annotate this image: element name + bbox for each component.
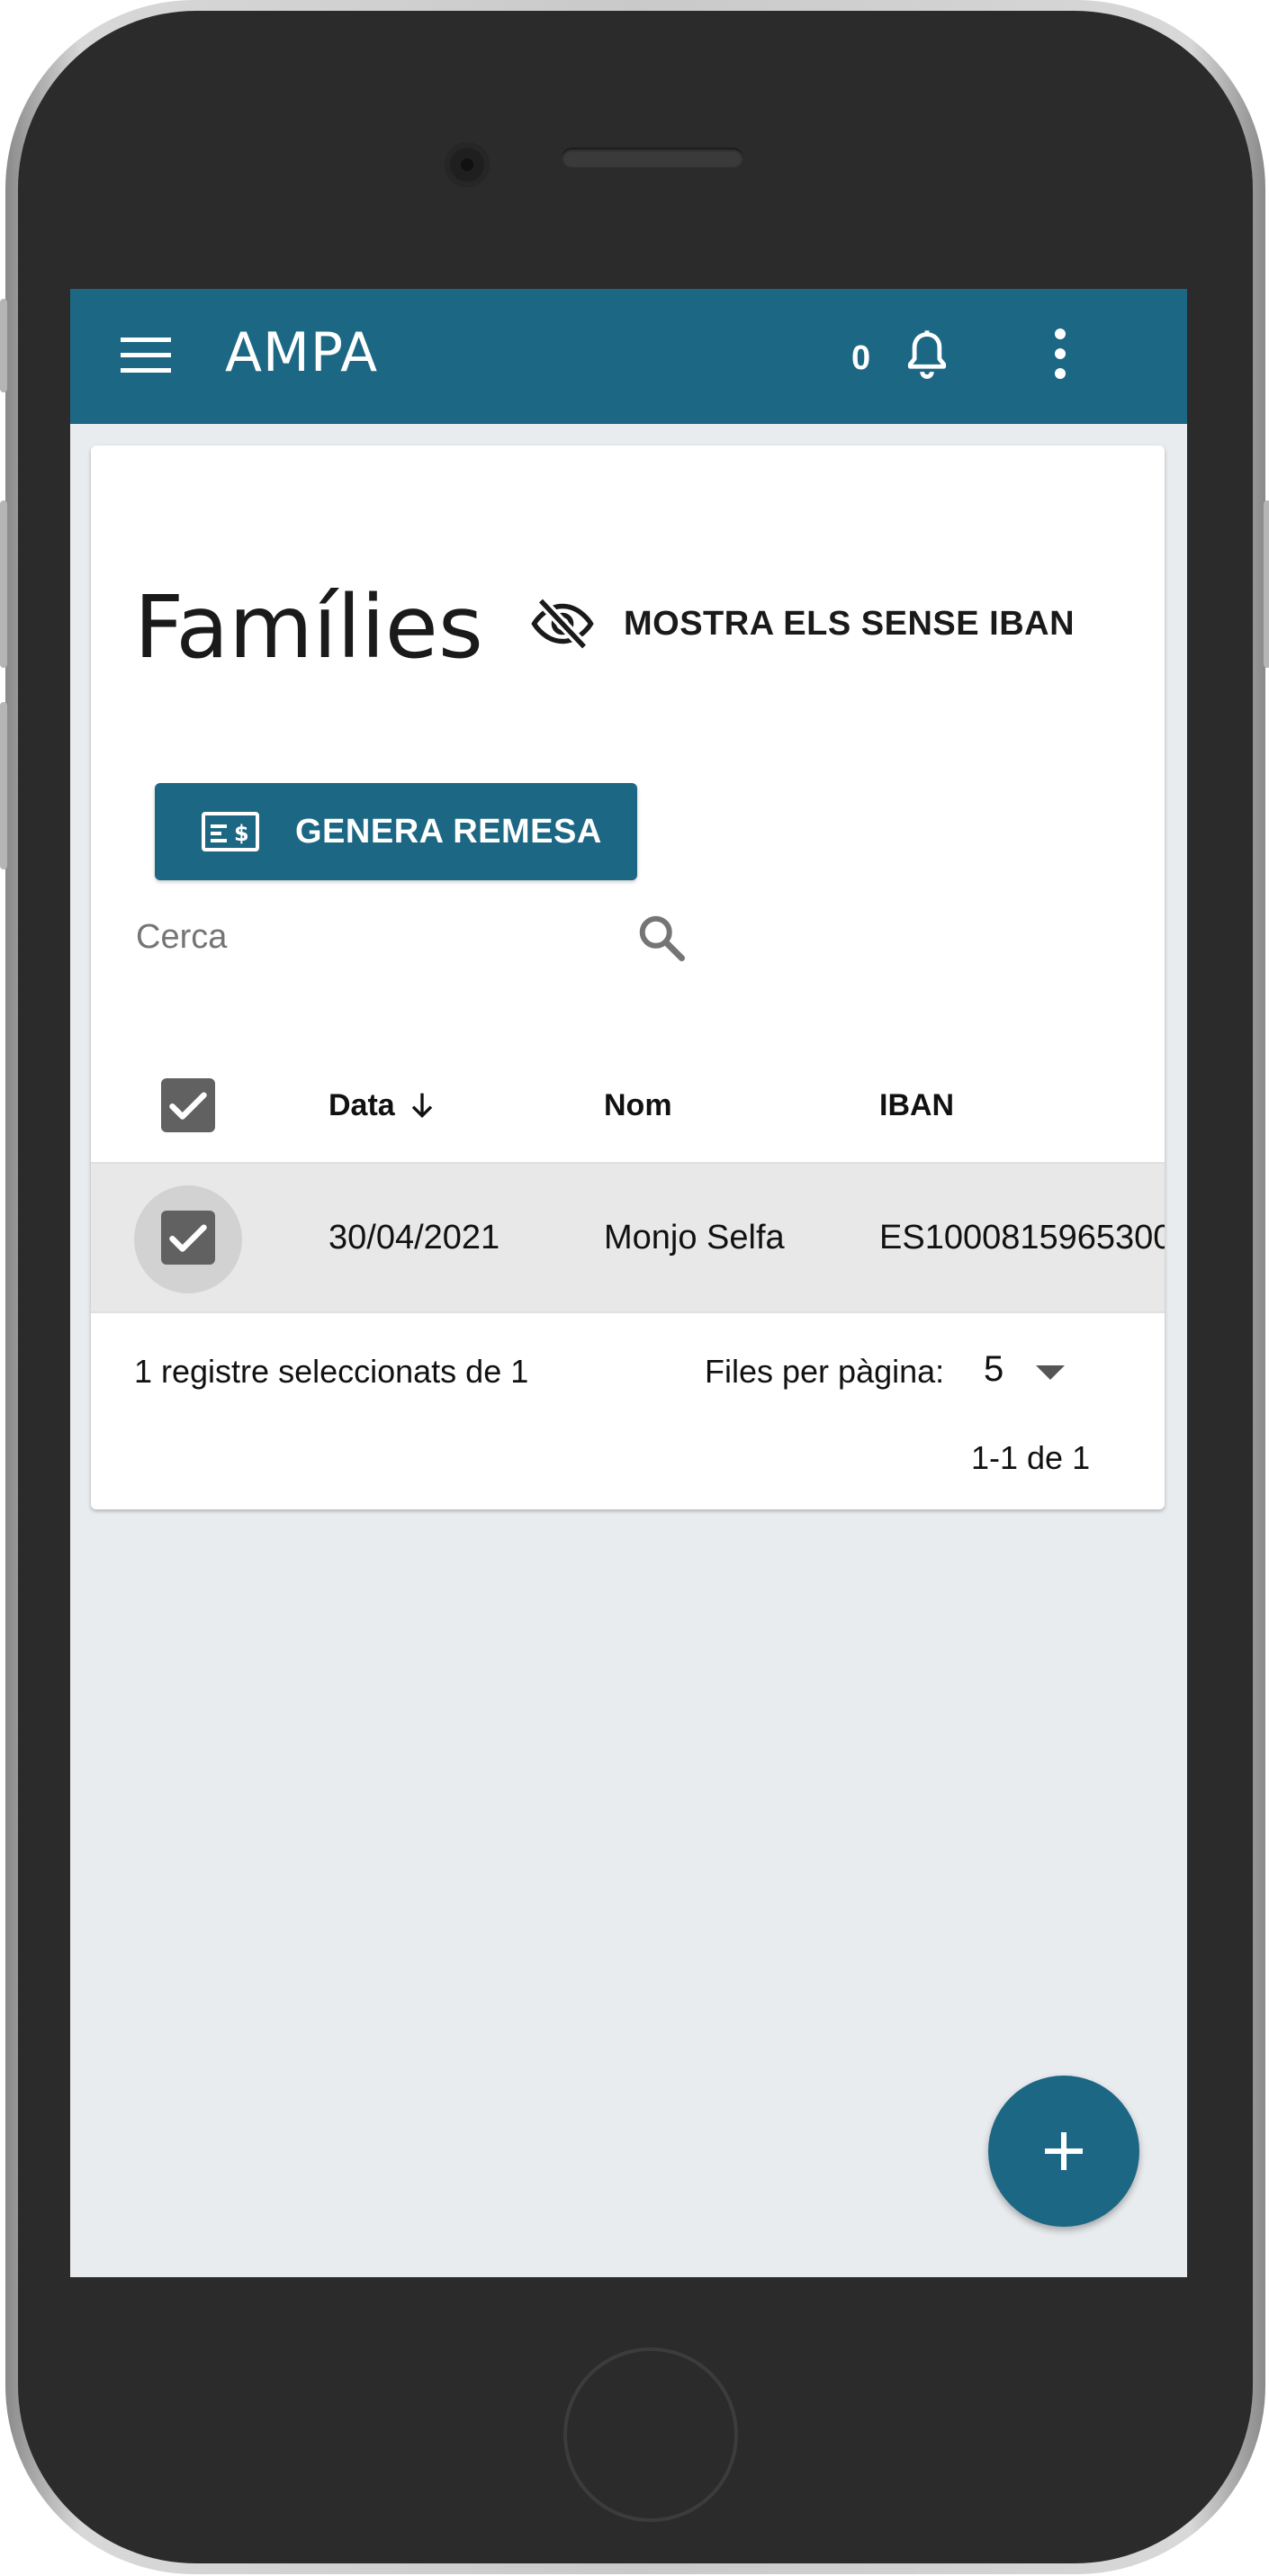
cell-data: 30/04/2021 bbox=[328, 1218, 500, 1256]
rows-per-page-select[interactable]: 5 bbox=[984, 1349, 1004, 1390]
eye-off-icon bbox=[531, 597, 594, 651]
home-button[interactable] bbox=[563, 2347, 738, 2522]
hamburger-menu-icon[interactable] bbox=[121, 338, 171, 374]
column-header-nom-label: Nom bbox=[604, 1087, 672, 1122]
select-all-checkbox[interactable] bbox=[161, 1078, 215, 1132]
column-header-iban[interactable]: IBAN bbox=[879, 1049, 954, 1162]
power-button bbox=[1264, 500, 1269, 668]
app-screen: AMPA 0 Famílies MOSTRA ELS SENSE IBAN $ … bbox=[70, 289, 1187, 2277]
volume-down-button bbox=[0, 702, 7, 869]
earpiece-speaker bbox=[562, 148, 743, 167]
show-without-iban-button[interactable]: MOSTRA ELS SENSE IBAN bbox=[530, 588, 1075, 660]
search-icon[interactable] bbox=[634, 911, 688, 965]
page-title: Famílies bbox=[134, 577, 483, 678]
column-header-iban-label: IBAN bbox=[879, 1087, 955, 1122]
bell-icon[interactable] bbox=[898, 327, 956, 384]
table-header: Data Nom IBAN bbox=[91, 1049, 1165, 1164]
app-bar: AMPA 0 bbox=[70, 289, 1187, 424]
search-bar bbox=[134, 900, 710, 972]
column-header-nom[interactable]: Nom bbox=[604, 1049, 672, 1162]
volume-up-button bbox=[0, 500, 7, 668]
notification-count: 0 bbox=[851, 339, 871, 377]
selection-count-text: 1 registre seleccionats de 1 bbox=[134, 1353, 529, 1390]
checkmark-icon bbox=[169, 1092, 207, 1120]
silent-switch bbox=[0, 299, 7, 392]
plus-icon bbox=[1045, 2132, 1083, 2170]
row-checkbox[interactable] bbox=[161, 1211, 215, 1265]
chevron-down-icon[interactable] bbox=[1036, 1365, 1065, 1380]
front-camera bbox=[445, 142, 490, 187]
column-header-data[interactable]: Data bbox=[328, 1049, 440, 1162]
generate-remittance-label: GENERA REMESA bbox=[295, 812, 602, 851]
families-card: Famílies MOSTRA ELS SENSE IBAN $ GENERA … bbox=[91, 446, 1165, 1509]
pagination-range: 1-1 de 1 bbox=[971, 1439, 1091, 1476]
show-without-iban-label: MOSTRA ELS SENSE IBAN bbox=[624, 604, 1076, 643]
cell-nom: Monjo Selfa bbox=[604, 1218, 785, 1256]
arrow-down-icon bbox=[411, 1093, 432, 1119]
table-row[interactable]: 30/04/2021 Monjo Selfa ES1000815965300 bbox=[91, 1164, 1165, 1313]
cell-iban: ES1000815965300 bbox=[879, 1218, 1165, 1256]
add-family-button[interactable] bbox=[988, 2076, 1139, 2227]
money-check-icon: $ bbox=[202, 812, 259, 851]
search-input[interactable] bbox=[134, 909, 624, 965]
rows-per-page-label: Files per pàgina: bbox=[705, 1353, 945, 1390]
more-vert-icon[interactable] bbox=[1051, 329, 1069, 384]
generate-remittance-button[interactable]: $ GENERA REMESA bbox=[155, 783, 637, 880]
svg-text:$: $ bbox=[234, 821, 249, 846]
column-header-data-label: Data bbox=[328, 1087, 395, 1122]
app-title: AMPA bbox=[225, 321, 379, 384]
checkmark-icon bbox=[169, 1224, 207, 1252]
